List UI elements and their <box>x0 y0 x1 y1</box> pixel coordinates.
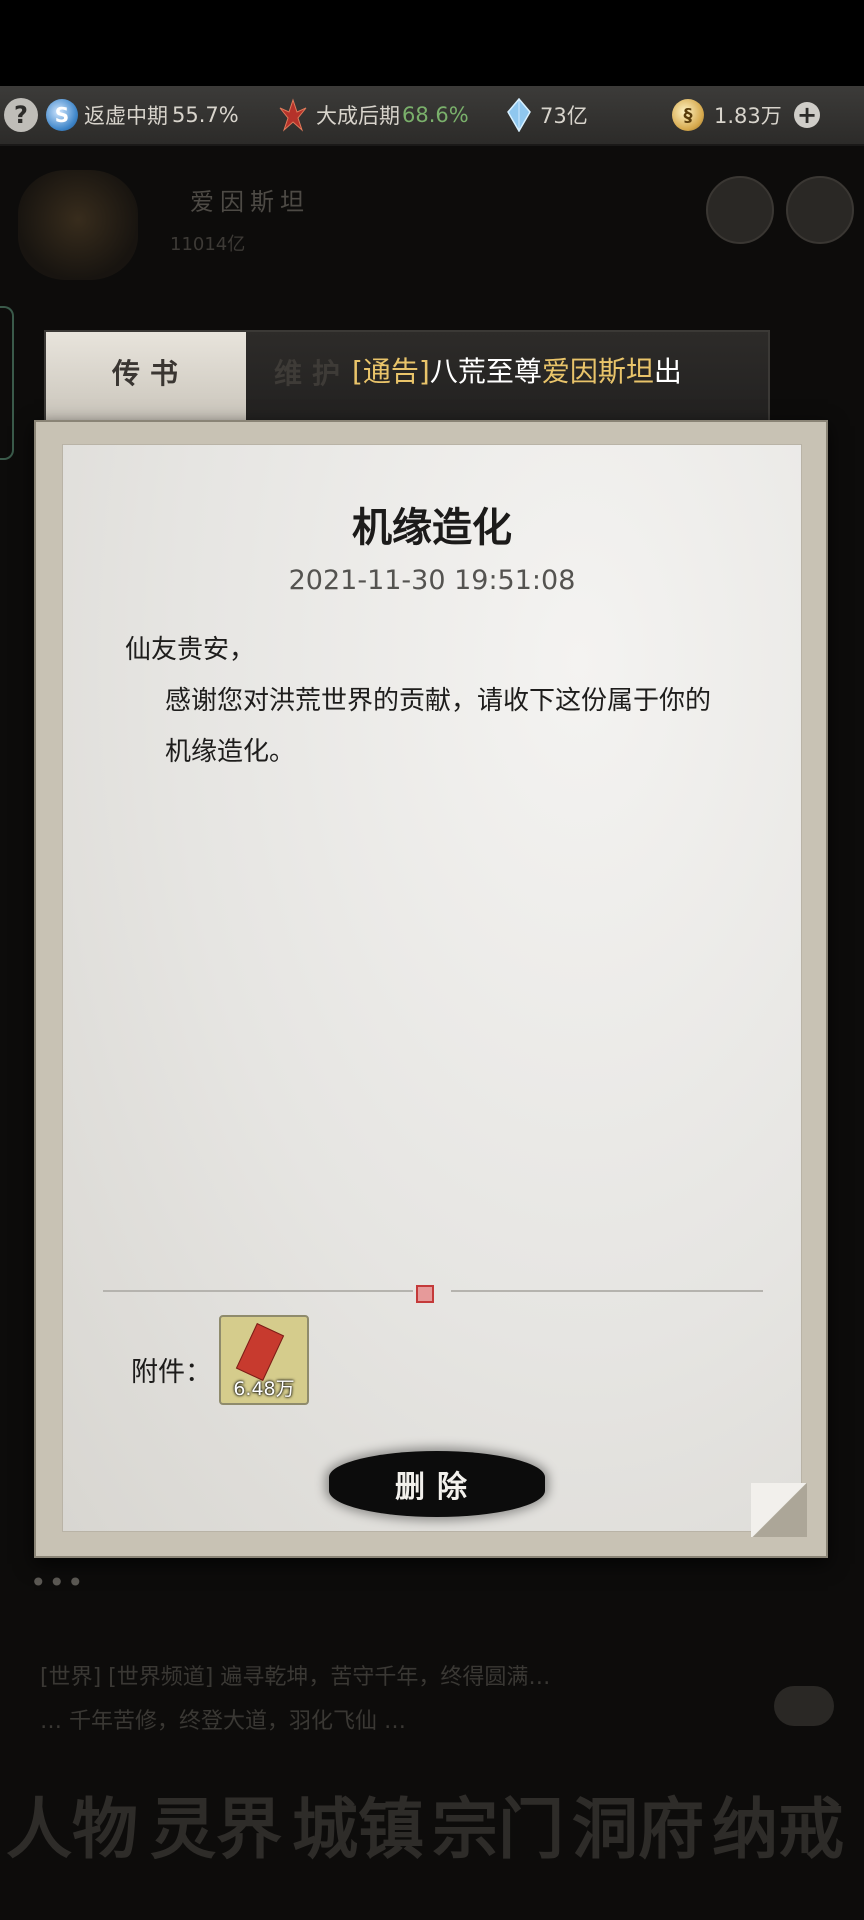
nav-item-sect[interactable]: 宗门 <box>432 1776 564 1872</box>
player-name: 爱因斯坦 <box>190 188 310 216</box>
body-realm-progress[interactable]: 大成后期 68.6% <box>278 86 469 144</box>
attachment-item[interactable]: 6.48万 <box>219 1315 309 1405</box>
system-top-bar <box>0 0 864 86</box>
delete-button[interactable]: 删除 <box>329 1451 545 1517</box>
crystal-icon <box>506 98 532 132</box>
player-power: 11014亿 <box>170 234 246 255</box>
body-realm-label: 大成后期 <box>316 104 400 128</box>
chat-feed: [世界] [世界频道] 遍寻乾坤，苦守千年，终得圆满… … 千年苦修，终登大道，… <box>40 1656 740 1744</box>
coin-count[interactable]: § 1.83万 <box>672 86 782 144</box>
letter-greeting: 仙友贵安， <box>125 635 256 665</box>
attachment-label: 附件： <box>131 1357 212 1388</box>
tab-maintenance[interactable]: 维护 <box>274 352 350 392</box>
nav-item-cave[interactable]: 洞府 <box>572 1776 704 1872</box>
notice-marquee: [通告]八荒至尊爱因斯坦出 <box>352 350 752 390</box>
chat-bubble-button[interactable] <box>774 1686 834 1726</box>
bottom-nav: 人物 灵界 城镇 宗门 洞府 纳戒 <box>0 1766 864 1920</box>
letter-title: 机缘造化 <box>352 505 512 551</box>
resource-bar: ? S 返虚中期 55.7% 大成后期 68.6% 73亿 § 1.83万 + <box>0 86 864 146</box>
more-icon[interactable]: ••• <box>30 1566 86 1599</box>
side-pull-tab[interactable] <box>0 306 14 460</box>
mail-dialog: 机缘造化 2021-11-30 19:51:08 仙友贵安， 感谢您对洪荒世界的… <box>34 420 828 1558</box>
notice-prefix: 八荒至尊 <box>429 355 542 388</box>
nav-item-character[interactable]: 人物 <box>6 1776 138 1872</box>
realm-label: 返虚中期 <box>84 104 168 128</box>
attachment-count: 6.48万 <box>233 1378 295 1400</box>
body-realm-value: 68.6% <box>402 103 469 127</box>
letter-content: 感谢您对洪荒世界的贡献，请收下这份属于你的机缘造化。 <box>165 686 712 767</box>
plus-icon: + <box>794 102 820 128</box>
realm-progress[interactable]: S 返虚中期 55.7% <box>46 86 239 144</box>
page-fold <box>751 1483 807 1537</box>
crystal-value: 73亿 <box>540 104 588 128</box>
nav-item-spirit-world[interactable]: 灵界 <box>150 1776 282 1872</box>
letter-body: 仙友贵安， 感谢您对洪荒世界的贡献，请收下这份属于你的机缘造化。 <box>125 625 725 778</box>
divider <box>103 1290 413 1292</box>
seal-icon <box>416 1285 434 1303</box>
delete-label: 删除 <box>395 1470 479 1505</box>
help-button[interactable]: ? <box>4 86 38 144</box>
coin-icon: § <box>672 99 704 131</box>
crest-icon <box>278 98 308 132</box>
divider <box>451 1290 763 1292</box>
player-avatar[interactable] <box>18 170 138 280</box>
realm-value: 55.7% <box>172 103 239 127</box>
chat-line: … 千年苦修，终登大道，羽化飞仙 … <box>40 1709 406 1734</box>
taiji-icon: S <box>46 99 78 131</box>
mail-tab-strip: 传书 维护 [通告]八荒至尊爱因斯坦出 <box>44 330 770 426</box>
talisman-icon <box>235 1323 285 1381</box>
letter-date: 2021-11-30 19:51:08 <box>288 565 576 596</box>
coin-value: 1.83万 <box>714 104 782 128</box>
nav-item-town[interactable]: 城镇 <box>292 1776 424 1872</box>
tab-mail[interactable]: 传书 <box>46 332 246 424</box>
spirit-crystal-count[interactable]: 73亿 <box>506 86 588 144</box>
tab-mail-label: 传书 <box>112 357 189 390</box>
nav-item-ring[interactable]: 纳戒 <box>712 1776 844 1872</box>
question-icon: ? <box>4 98 38 132</box>
notice-suffix: 出 <box>653 355 682 388</box>
chat-line: [世界] [世界频道] 遍寻乾坤，苦守千年，终得圆满… <box>40 1665 551 1690</box>
bg-round-button[interactable] <box>786 176 854 244</box>
add-coins-button[interactable]: + <box>794 86 820 144</box>
notice-name: 爱因斯坦 <box>541 355 654 388</box>
notice-tag: [通告] <box>352 355 430 388</box>
letter-paper: 机缘造化 2021-11-30 19:51:08 仙友贵安， 感谢您对洪荒世界的… <box>62 444 807 1537</box>
bg-round-button[interactable] <box>706 176 774 244</box>
